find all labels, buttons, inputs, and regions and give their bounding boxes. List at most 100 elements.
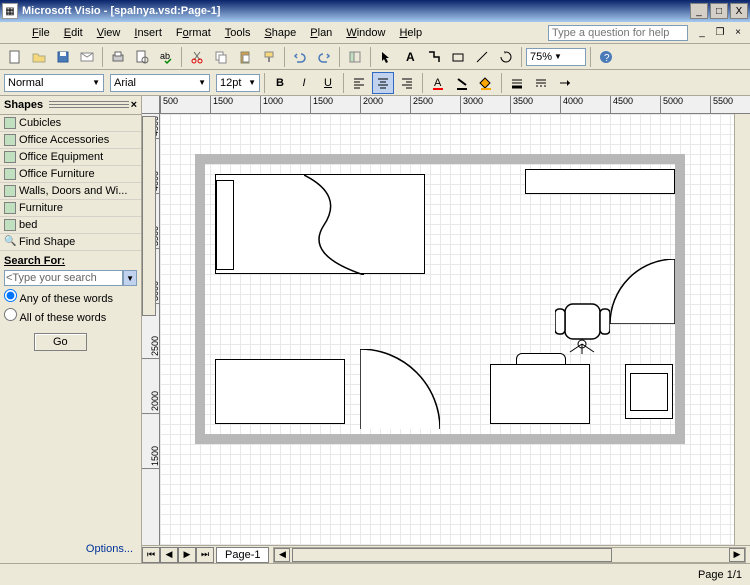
svg-text:A: A bbox=[434, 77, 442, 89]
line-weight-button[interactable] bbox=[506, 72, 528, 94]
shapes-window-button[interactable] bbox=[344, 46, 366, 68]
italic-button[interactable]: I bbox=[293, 72, 315, 94]
window-title: Microsoft Visio - [spalnya.vsd:Page-1] bbox=[22, 5, 690, 17]
door-right-shape[interactable] bbox=[610, 259, 675, 324]
shapes-header: Shapes × bbox=[0, 96, 141, 115]
align-center-button[interactable] bbox=[372, 72, 394, 94]
undo-button[interactable] bbox=[289, 46, 311, 68]
email-button[interactable] bbox=[76, 46, 98, 68]
nav-next-button[interactable]: ▶ bbox=[178, 547, 196, 563]
close-button[interactable]: X bbox=[730, 3, 748, 19]
doc-minimize-button[interactable]: _ bbox=[694, 26, 710, 40]
tv-shape[interactable] bbox=[625, 364, 673, 419]
nav-last-button[interactable]: ⏭ bbox=[196, 547, 214, 563]
shapes-close-icon[interactable]: × bbox=[131, 99, 137, 111]
stencil-item[interactable]: Furniture bbox=[0, 200, 141, 217]
style-combo[interactable]: Normal▼ bbox=[4, 74, 104, 92]
connector-tool-button[interactable] bbox=[423, 46, 445, 68]
help-button[interactable]: ? bbox=[595, 46, 617, 68]
search-label: Search For: bbox=[4, 255, 137, 267]
menu-insert[interactable]: Insert bbox=[128, 25, 168, 41]
zoom-combo[interactable]: 75%▼ bbox=[526, 48, 586, 66]
shapes-title: Shapes bbox=[4, 99, 43, 111]
line-ends-button[interactable] bbox=[554, 72, 576, 94]
ruler-horizontal[interactable]: 5001500100015002000250030003500400045005… bbox=[160, 96, 750, 114]
open-button[interactable] bbox=[28, 46, 50, 68]
scrollbar-horizontal[interactable]: ◀ ▶ bbox=[273, 547, 746, 563]
menu-edit[interactable]: Edit bbox=[58, 25, 89, 41]
rotate-tool-button[interactable] bbox=[495, 46, 517, 68]
stencil-item[interactable]: Cubicles bbox=[0, 115, 141, 132]
maximize-button[interactable]: □ bbox=[710, 3, 728, 19]
shapes-search: Search For: ▼ Any of these words All of … bbox=[0, 251, 141, 355]
rectangle-tool-button[interactable] bbox=[447, 46, 469, 68]
menu-help[interactable]: Help bbox=[393, 25, 428, 41]
bold-button[interactable]: B bbox=[269, 72, 291, 94]
doc-close-button[interactable]: × bbox=[730, 26, 746, 40]
line-color-button[interactable] bbox=[451, 72, 473, 94]
underline-button[interactable]: U bbox=[317, 72, 339, 94]
page-indicator: Page 1/1 bbox=[698, 569, 742, 581]
bed-shape[interactable] bbox=[215, 174, 425, 274]
redo-button[interactable] bbox=[313, 46, 335, 68]
minimize-button[interactable]: _ bbox=[690, 3, 708, 19]
doc-window-buttons: _ ❐ × bbox=[694, 26, 746, 40]
menu-window[interactable]: Window bbox=[340, 25, 391, 41]
menu-tools[interactable]: Tools bbox=[219, 25, 257, 41]
nav-first-button[interactable]: ⏮ bbox=[142, 547, 160, 563]
grip-lines[interactable] bbox=[49, 101, 128, 109]
font-color-button[interactable]: A bbox=[427, 72, 449, 94]
line-pattern-button[interactable] bbox=[530, 72, 552, 94]
align-right-button[interactable] bbox=[396, 72, 418, 94]
shelf-shape[interactable] bbox=[525, 169, 675, 194]
paste-button[interactable] bbox=[234, 46, 256, 68]
fontsize-combo[interactable]: 12pt▼ bbox=[216, 74, 260, 92]
menubar: File Edit View Insert Format Tools Shape… bbox=[0, 22, 750, 44]
print-preview-button[interactable] bbox=[131, 46, 153, 68]
print-button[interactable] bbox=[107, 46, 129, 68]
drawing-canvas[interactable] bbox=[160, 114, 734, 545]
go-button[interactable]: Go bbox=[34, 333, 87, 351]
search-dropdown-icon[interactable]: ▼ bbox=[123, 270, 137, 286]
standard-toolbar: ab A 75%▼ ? bbox=[0, 44, 750, 70]
options-link[interactable]: Options... bbox=[0, 539, 141, 563]
copy-button[interactable] bbox=[210, 46, 232, 68]
text-tool-button[interactable]: A bbox=[399, 46, 421, 68]
stencil-item[interactable]: Office Furniture bbox=[0, 166, 141, 183]
stencil-item[interactable]: Walls, Doors and Wi... bbox=[0, 183, 141, 200]
desk-shape[interactable] bbox=[490, 364, 590, 424]
radio-any[interactable]: Any of these words bbox=[4, 289, 137, 305]
menu-plan[interactable]: Plan bbox=[304, 25, 338, 41]
cut-button[interactable] bbox=[186, 46, 208, 68]
stencil-item[interactable]: 🔍Find Shape bbox=[0, 234, 141, 251]
door-bottom-shape[interactable] bbox=[360, 349, 440, 429]
pointer-tool-button[interactable] bbox=[375, 46, 397, 68]
help-input[interactable] bbox=[548, 25, 688, 41]
formatting-toolbar: Normal▼ Arial▼ 12pt▼ B I U A bbox=[0, 70, 750, 96]
menu-file[interactable]: File bbox=[26, 25, 56, 41]
stencil-item[interactable]: Office Equipment bbox=[0, 149, 141, 166]
new-button[interactable] bbox=[4, 46, 26, 68]
radio-all[interactable]: All of these words bbox=[4, 308, 137, 324]
doc-icon bbox=[4, 25, 20, 41]
doc-restore-button[interactable]: ❐ bbox=[712, 26, 728, 40]
line-tool-button[interactable] bbox=[471, 46, 493, 68]
search-input[interactable] bbox=[4, 270, 123, 286]
chair-shape[interactable] bbox=[555, 294, 610, 354]
menu-shape[interactable]: Shape bbox=[258, 25, 302, 41]
save-button[interactable] bbox=[52, 46, 74, 68]
nav-prev-button[interactable]: ◀ bbox=[160, 547, 178, 563]
cabinet-shape[interactable] bbox=[215, 359, 345, 424]
statusbar: Page 1/1 bbox=[0, 563, 750, 585]
spellcheck-button[interactable]: ab bbox=[155, 46, 177, 68]
menu-view[interactable]: View bbox=[91, 25, 127, 41]
page-tab[interactable]: Page-1 bbox=[216, 547, 269, 563]
scrollbar-vertical[interactable] bbox=[734, 114, 750, 545]
fill-color-button[interactable] bbox=[475, 72, 497, 94]
stencil-item[interactable]: bed bbox=[0, 217, 141, 234]
font-combo[interactable]: Arial▼ bbox=[110, 74, 210, 92]
menu-format[interactable]: Format bbox=[170, 25, 217, 41]
format-painter-button[interactable] bbox=[258, 46, 280, 68]
align-left-button[interactable] bbox=[348, 72, 370, 94]
stencil-item[interactable]: Office Accessories bbox=[0, 132, 141, 149]
